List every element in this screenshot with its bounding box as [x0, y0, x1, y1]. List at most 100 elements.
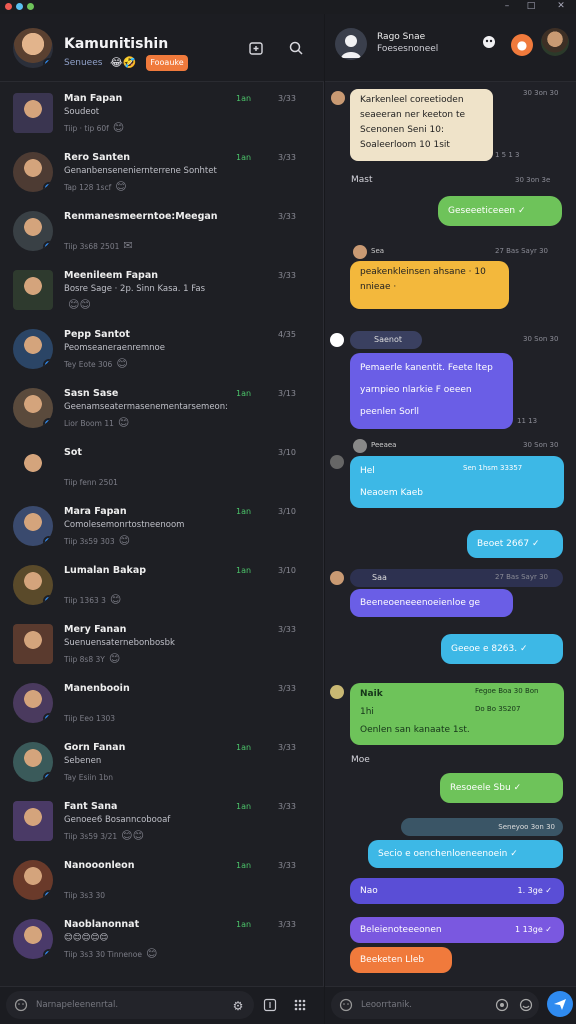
chat-list-item[interactable]: Lumalan Bakap Tiip 1363 3 😊 1an 3/10 — [0, 555, 324, 614]
chat-list-item[interactable]: Meenileem Fapan Bosre Sage · 2p. Sinn Kas… — [0, 260, 324, 319]
video-icon[interactable]: ● — [511, 34, 533, 56]
chat-name: Man Fapan — [64, 93, 123, 104]
left-footer: Narnapeleenenrtal. ⚙ — [0, 986, 324, 1024]
search-icon[interactable] — [286, 40, 306, 60]
message-bubble[interactable]: Karkenleel coreetioden seaeeran ner keet… — [350, 89, 493, 161]
chat-avatar — [13, 683, 53, 723]
message-bubble[interactable]: Hel Neaoem Kaeb — [350, 456, 564, 508]
close-icon[interactable]: ✕ — [552, 0, 570, 12]
close-dot-icon[interactable] — [5, 3, 12, 10]
status-badge[interactable]: Fooauke — [146, 55, 188, 71]
conversation-header: Rago Snae Foesesnoneel ● — [325, 14, 576, 82]
chat-list-item[interactable]: Rero Santen Genanbenseneniernterrene Sonh… — [0, 142, 324, 201]
send-button[interactable] — [547, 991, 573, 1017]
profile-avatar[interactable] — [13, 28, 53, 68]
message-bubble[interactable]: peakenkleinsen ahsane · 10 nnieae · — [350, 261, 509, 309]
message-bubble[interactable]: Beleienoteeeonen 1 13ge ✓ — [350, 917, 564, 943]
emoji-icon: ✉ — [123, 239, 133, 252]
chat-time: 3/33 — [278, 920, 296, 929]
chat-avatar — [13, 329, 53, 369]
message-bubble[interactable]: Nao 1. 3ge ✓ — [350, 878, 564, 904]
chat-time: 3/33 — [278, 743, 296, 752]
message-text: Resoeele Sbu — [450, 783, 511, 793]
emoji-icon: 😊😊 — [68, 298, 91, 311]
read-check-icon: ✓ — [510, 849, 518, 859]
maximize-icon[interactable]: □ — [522, 0, 540, 12]
chat-name: Pepp Santot — [64, 329, 130, 340]
message-bubble[interactable]: Geeoe e 8263. ✓ — [441, 634, 563, 664]
status-emoji: 😂🤣 — [110, 56, 137, 69]
chat-list-item[interactable]: Mara Fapan Comolesemonrtostneenoom Tiip 3s… — [0, 496, 324, 555]
message-bubble[interactable]: Beeneoeneeenoeienloe ge — [350, 589, 513, 617]
unread-count: 1an — [236, 743, 252, 752]
verified-icon — [43, 359, 53, 369]
chat-list-item[interactable]: Gorn Fanan Sebenen Tay Esiin 1bn 1an 3/33 — [0, 732, 324, 791]
chat-list-item[interactable]: Manenbooin Tiip Eeo 1303 3/33 — [0, 673, 324, 732]
chat-time: 3/10 — [278, 566, 296, 575]
message-time: 27 Bas Sayr 30 — [495, 247, 548, 255]
contact-avatar[interactable] — [335, 28, 367, 60]
group-avatar[interactable] — [541, 28, 569, 56]
message-bubble[interactable]: Resoeele Sbu ✓ — [440, 773, 563, 803]
sender-avatar — [330, 333, 344, 347]
chat-meta: Tiip 1363 3 😊 — [64, 593, 122, 606]
day-divider: Mast — [351, 175, 373, 185]
message-text: peakenkleinsen ahsane · 10 nnieae · — [360, 267, 486, 292]
apps-grid-icon[interactable] — [292, 998, 308, 1016]
new-chat-icon[interactable] — [246, 40, 266, 60]
compose-icon[interactable] — [262, 998, 278, 1016]
minimize-dot-icon[interactable] — [16, 3, 23, 10]
call-icon[interactable] — [478, 34, 500, 56]
chat-list-item[interactable]: Nanooonleon Tiip 3s3 30 1an 3/33 — [0, 850, 324, 909]
emoji-icon: 😊😊 — [121, 829, 145, 842]
maximize-dot-icon[interactable] — [27, 3, 34, 10]
chat-list-item[interactable]: Sasn Sase Geenamseatermasenementarsemeon:… — [0, 378, 324, 437]
chat-list-item[interactable]: Mery Fanan Suenuensaternebonbosbk Tiip 8s8… — [0, 614, 324, 673]
chat-avatar — [13, 447, 53, 487]
chat-name: Renmanesmeerntoe:Meegan — [64, 211, 218, 222]
chat-preview: Geenamseatermasenementarsemeon: — [64, 402, 229, 412]
chat-list-item[interactable]: Sot Tiip fenn 2501 3/10 — [0, 437, 324, 496]
sender-avatar — [330, 685, 344, 699]
chat-name: Lumalan Bakap — [64, 565, 147, 576]
minimize-icon[interactable]: – — [498, 0, 516, 12]
chat-avatar — [13, 801, 53, 841]
message-time: 30 3on 3e — [515, 176, 551, 184]
chat-list-item[interactable]: Pepp Santot Peomseaneraenremnoe Tey Eote 3… — [0, 319, 324, 378]
sticker-icon — [519, 998, 533, 1012]
message-bubble[interactable]: Beoet 2667 ✓ — [467, 530, 563, 558]
chat-avatar — [13, 211, 53, 251]
settings-icon[interactable]: ⚙ — [230, 998, 246, 1014]
search-input[interactable]: Narnapeleenenrtal. — [6, 991, 254, 1019]
search-placeholder: Narnapeleenenrtal. — [36, 1000, 119, 1010]
message-text: Hel — [360, 466, 375, 476]
chat-name: Nanooonleon — [64, 860, 135, 871]
message-bubble[interactable]: Secio e oenchenloeneenoein ✓ — [368, 840, 563, 868]
chat-list-item[interactable]: Fant Sana Genoee6 Bosanncobooaf Tiip 3s59 … — [0, 791, 324, 850]
chat-list-item[interactable]: Man Fapan Soudeot Tiip · tip 60f 😊 1an 3/33 — [0, 83, 324, 142]
message-bubble[interactable]: Beeketen Lleb — [350, 947, 452, 973]
chat-meta: Tap 128 1scf 😊 — [64, 180, 127, 193]
sender-name: Peeaea — [371, 441, 397, 449]
message-time: Sen 1hsm 33357 — [463, 464, 523, 472]
verified-icon — [43, 418, 53, 428]
read-check-icon: ✓ — [545, 925, 552, 934]
emoji-icon: 😊 — [115, 180, 127, 193]
emoji-icon: 😊 — [117, 416, 130, 429]
message-bubble[interactable]: Geseeeticeeen ✓ — [438, 196, 562, 226]
chat-list-item[interactable]: Naoblanonnat 😊😊😊😊😊 Tiip 3s3 30 Tinnenoe 😊 1a… — [0, 909, 324, 968]
message-text: Neaoem Kaeb — [360, 488, 423, 498]
message-input[interactable]: Leoorrtanik. — [331, 991, 539, 1019]
unread-count: 1an — [236, 861, 252, 870]
sender-tag: Saenot — [350, 331, 422, 349]
message-text: Beoet 2667 — [477, 539, 530, 549]
message-bubble[interactable]: Pemaerle kanentit. Feete ltep yarnpieo n… — [350, 353, 513, 429]
message-placeholder: Leoorrtanik. — [361, 1000, 412, 1010]
chat-avatar — [13, 152, 53, 192]
chat-name: Meenileem Fapan — [64, 270, 159, 281]
chat-list-item[interactable]: Renmanesmeerntoe:Meegan Tiip 3s68 2501 ✉ 3/… — [0, 201, 324, 260]
message-time: 11 13 — [517, 417, 538, 425]
message-text: Pemaerle kanentit. Feete ltep yarnpieo n… — [360, 363, 493, 417]
message-meta-strip: Seneyoo 3on 30 — [401, 818, 563, 836]
message-time: 1 5 1 3 — [495, 151, 520, 159]
